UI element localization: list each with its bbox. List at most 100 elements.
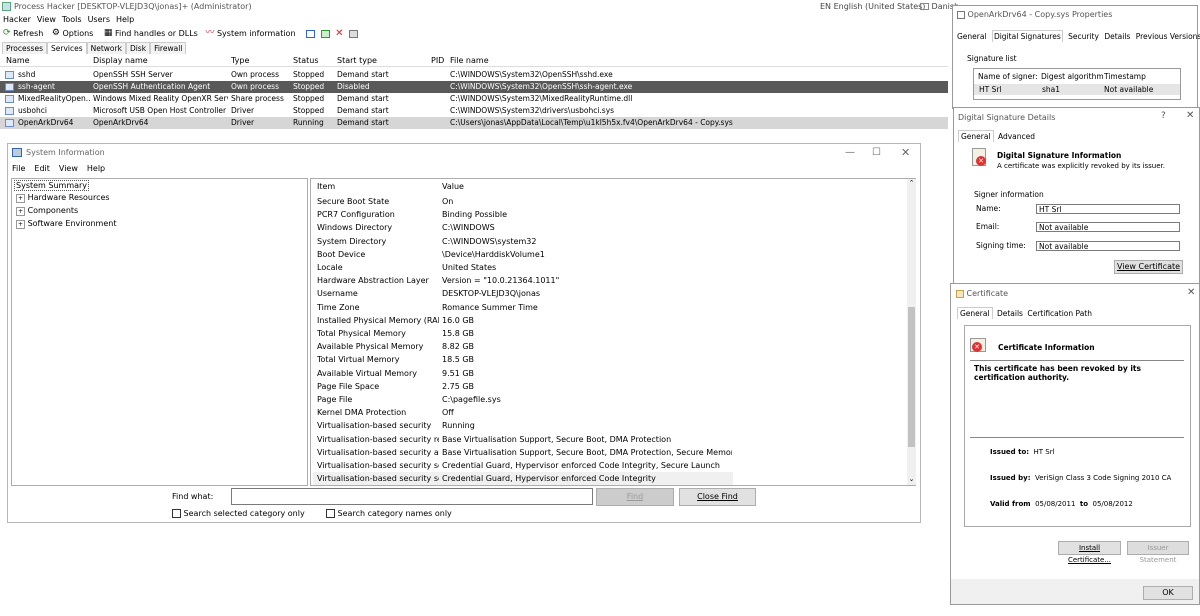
signing-time-field[interactable]: Not available <box>1036 241 1180 251</box>
window-icon[interactable] <box>306 29 316 38</box>
find-what-input[interactable] <box>231 488 593 505</box>
tab-previous-versions[interactable]: Previous Versions <box>1136 32 1200 41</box>
tree-components[interactable]: + Components <box>16 206 78 216</box>
tab-processes[interactable]: Processes <box>2 42 47 54</box>
summary-row[interactable]: Virtualisation-based security se... Crede… <box>313 472 733 486</box>
summary-row[interactable]: Kernel DMA Protection Off <box>313 406 733 419</box>
tab-details[interactable]: Details <box>1104 32 1130 41</box>
checkbox[interactable] <box>326 509 335 518</box>
col-item[interactable]: Item <box>317 180 439 193</box>
view-certificate-button[interactable]: View Certificate <box>1114 260 1183 274</box>
terminate-icon[interactable]: ✕ <box>335 28 343 39</box>
summary-row[interactable]: Boot Device \Device\HarddiskVolume1 <box>313 248 733 261</box>
menu-view[interactable]: View <box>37 15 56 24</box>
col-pid[interactable]: PID <box>431 55 444 67</box>
scroll-up-icon[interactable]: ⌃ <box>907 179 916 188</box>
col-status[interactable]: Status <box>293 55 319 67</box>
tab-services[interactable]: Services <box>46 42 87 54</box>
checkbox[interactable] <box>172 509 181 518</box>
col-file-name[interactable]: File name <box>450 55 489 67</box>
find-button[interactable]: Find <box>596 488 674 506</box>
si-menu-view[interactable]: View <box>59 164 78 173</box>
col-name[interactable]: Name <box>6 55 30 67</box>
summary-row[interactable]: Virtualisation-based security se... Crede… <box>313 459 733 472</box>
summary-row[interactable]: Virtualisation-based security Running <box>313 419 733 432</box>
summary-row[interactable]: Time Zone Romance Summer Time <box>313 301 733 314</box>
install-certificate-button[interactable]: Install Certificate... <box>1058 541 1121 564</box>
summary-row[interactable]: Secure Boot State On <box>313 195 733 208</box>
summary-row[interactable]: System Directory C:\WINDOWS\system32 <box>313 235 733 248</box>
menu-help[interactable]: Help <box>116 15 134 24</box>
tab-details[interactable]: Details <box>997 309 1023 318</box>
si-menu-file[interactable]: File <box>12 164 25 173</box>
ok-button[interactable]: OK <box>1143 586 1193 600</box>
summary-row[interactable]: PCR7 Configuration Binding Possible <box>313 208 733 221</box>
col-signer[interactable]: Name of signer: <box>978 72 1038 81</box>
tab-firewall[interactable]: Firewall <box>150 42 187 54</box>
search-names-checkbox[interactable]: Search category names only <box>326 509 452 518</box>
col-value[interactable]: Value <box>442 180 732 193</box>
col-start-type[interactable]: Start type <box>337 55 377 67</box>
summary-row[interactable]: Virtualisation-based security av... Base … <box>313 446 733 459</box>
summary-row[interactable]: Page File Space 2.75 GB <box>313 380 733 393</box>
close-button[interactable]: ✕ <box>901 144 910 162</box>
tree-software-environment[interactable]: + Software Environment <box>16 219 116 229</box>
close-button[interactable]: ✕ <box>1187 287 1195 298</box>
help-button[interactable]: ? <box>1161 111 1166 121</box>
si-menu-help[interactable]: Help <box>87 164 105 173</box>
summary-row[interactable]: Virtualisation-based security re... Base … <box>313 433 733 446</box>
summary-row[interactable]: Available Physical Memory 8.82 GB <box>313 340 733 353</box>
name-field[interactable]: HT Srl <box>1036 204 1180 214</box>
minimize-button[interactable]: — <box>845 144 855 162</box>
scroll-thumb[interactable] <box>908 307 915 447</box>
col-timestamp[interactable]: Timestamp <box>1104 72 1146 81</box>
summary-row[interactable]: Locale United States <box>313 261 733 274</box>
tab-general[interactable]: General <box>958 130 994 142</box>
tab-disk[interactable]: Disk <box>125 42 151 54</box>
service-row[interactable]: usbohci Microsoft USB Open Host Controlle… <box>0 105 948 117</box>
refresh-button[interactable]: ⟳ Refresh <box>3 28 43 38</box>
tree-system-summary[interactable]: System Summary <box>14 180 90 191</box>
search-selected-checkbox[interactable]: Search selected category only <box>172 509 305 518</box>
service-row[interactable]: OpenArkDrv64 OpenArkDrv64 Driver Running Dem… <box>0 117 948 129</box>
summary-row[interactable]: Installed Physical Memory (RAM) 16.0 GB <box>313 314 733 327</box>
close-button[interactable]: ✕ <box>1186 110 1194 121</box>
service-row[interactable]: ssh-agent OpenSSH Authentication Agent Own… <box>0 81 948 93</box>
find-handles-button[interactable]: ▦ Find handles or DLLs <box>104 28 198 38</box>
service-row[interactable]: sshd OpenSSH SSH Server Own process Stopped… <box>0 69 948 81</box>
tab-general[interactable]: General <box>957 307 993 319</box>
save-icon[interactable] <box>320 29 330 38</box>
tab-network[interactable]: Network <box>86 42 126 54</box>
options-button[interactable]: ⚙ Options <box>52 28 94 38</box>
properties-icon[interactable] <box>349 29 359 38</box>
tree-hardware-resources[interactable]: + Hardware Resources <box>16 193 110 203</box>
col-digest[interactable]: Digest algorithm <box>1041 72 1104 81</box>
summary-row[interactable]: Username DESKTOP-VLEJD3Q\jonas <box>313 287 733 300</box>
summary-row[interactable]: Hardware Abstraction Layer Version = "10.… <box>313 274 733 287</box>
close-find-button[interactable]: Close Find <box>679 488 756 506</box>
tab-advanced[interactable]: Advanced <box>998 132 1035 141</box>
summary-row[interactable]: Available Virtual Memory 9.51 GB <box>313 367 733 380</box>
tab-certification-path[interactable]: Certification Path <box>1027 309 1092 318</box>
maximize-button[interactable]: ☐ <box>872 144 881 162</box>
summary-row[interactable]: Total Virtual Memory 18.5 GB <box>313 353 733 366</box>
summary-row[interactable]: Total Physical Memory 15.8 GB <box>313 327 733 340</box>
email-field[interactable]: Not available <box>1036 222 1180 232</box>
si-menu-edit[interactable]: Edit <box>34 164 50 173</box>
service-row[interactable]: MixedRealityOpen... Windows Mixed Reality… <box>0 93 948 105</box>
summary-row[interactable]: Page File C:\pagefile.sys <box>313 393 733 406</box>
menu-tools[interactable]: Tools <box>62 15 82 24</box>
expand-icon[interactable]: + <box>16 220 26 229</box>
expand-icon[interactable]: + <box>16 194 26 203</box>
scroll-down-icon[interactable]: ⌄ <box>907 475 916 484</box>
tab-general[interactable]: General <box>957 32 987 41</box>
tab-security[interactable]: Security <box>1068 32 1099 41</box>
signature-row[interactable]: HT Srl sha1 Not available <box>974 84 1180 95</box>
scrollbar[interactable]: ⌃ ⌄ <box>907 179 916 485</box>
tab-digital-signatures[interactable]: Digital Signatures <box>991 30 1063 42</box>
sysinfo-button[interactable]: 〰 System information <box>205 28 295 38</box>
menu-hacker[interactable]: Hacker <box>3 15 31 24</box>
summary-row[interactable]: Windows Directory C:\WINDOWS <box>313 221 733 234</box>
menu-users[interactable]: Users <box>88 15 110 24</box>
language-indicator[interactable]: EN English (United States) <box>820 2 925 11</box>
